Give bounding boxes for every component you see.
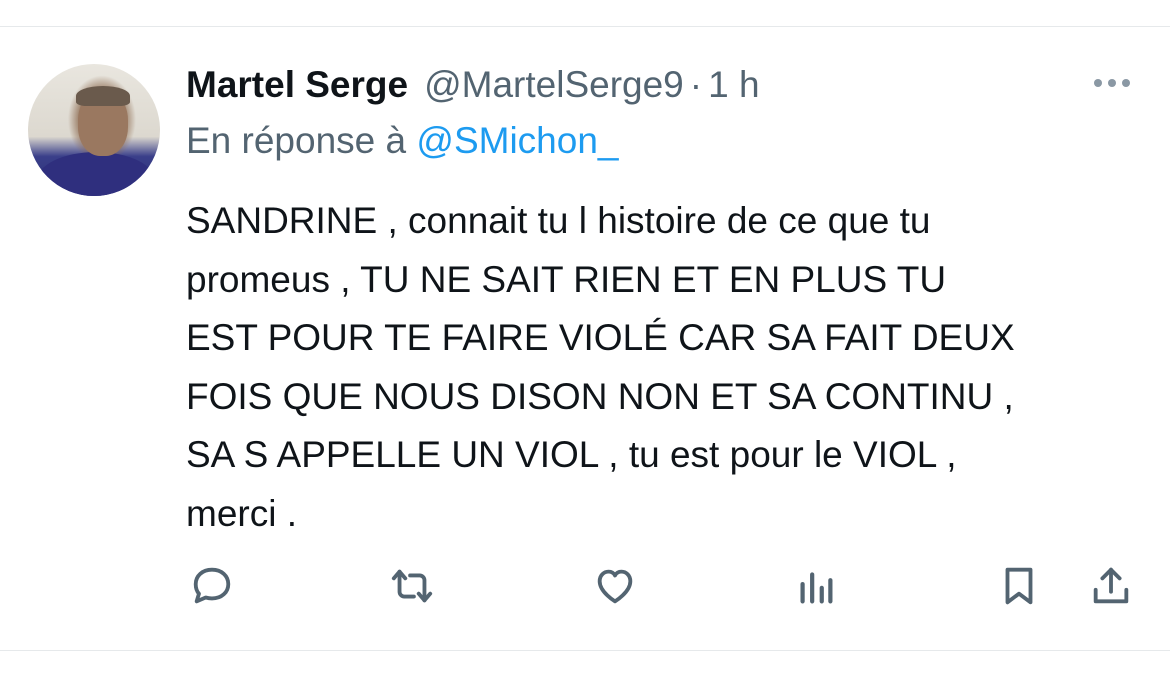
more-dots-icon[interactable] bbox=[1094, 76, 1138, 90]
views-button[interactable] bbox=[790, 560, 842, 612]
retweet-button[interactable] bbox=[386, 560, 438, 612]
bar-chart-icon bbox=[800, 572, 833, 604]
more-dot bbox=[1122, 79, 1130, 87]
share-upload-icon bbox=[1093, 567, 1129, 604]
bookmark-button[interactable] bbox=[993, 560, 1045, 612]
share-button[interactable] bbox=[1085, 560, 1137, 612]
tweet-header: Martel Serge @MartelSerge9 · 1 h bbox=[186, 62, 760, 108]
reply-handle-link[interactable]: @SMichon_ bbox=[416, 120, 618, 161]
like-button[interactable] bbox=[589, 560, 641, 612]
more-dot bbox=[1094, 79, 1102, 87]
reply-prefix: En réponse à bbox=[186, 120, 407, 161]
separator-dot: · bbox=[689, 64, 703, 105]
heart-icon bbox=[597, 569, 633, 604]
tweet-text: SANDRINE , connait tu l histoire de ce q… bbox=[186, 200, 1015, 534]
retweet-icon bbox=[391, 569, 433, 603]
avatar[interactable] bbox=[28, 64, 160, 196]
author-name[interactable]: Martel Serge bbox=[186, 64, 408, 106]
avatar-hair bbox=[76, 86, 130, 106]
reply-bubble-icon bbox=[193, 567, 231, 604]
bottom-divider bbox=[0, 650, 1170, 651]
more-dot bbox=[1108, 79, 1116, 87]
author-handle[interactable]: @MartelSerge9 bbox=[424, 64, 684, 106]
reply-button[interactable] bbox=[186, 560, 238, 612]
top-divider bbox=[0, 26, 1170, 27]
reply-context: En réponse à @SMichon_ bbox=[186, 120, 618, 162]
bookmark-icon bbox=[1005, 567, 1033, 605]
timestamp[interactable]: 1 h bbox=[708, 64, 759, 106]
avatar-shoulders bbox=[36, 152, 156, 196]
